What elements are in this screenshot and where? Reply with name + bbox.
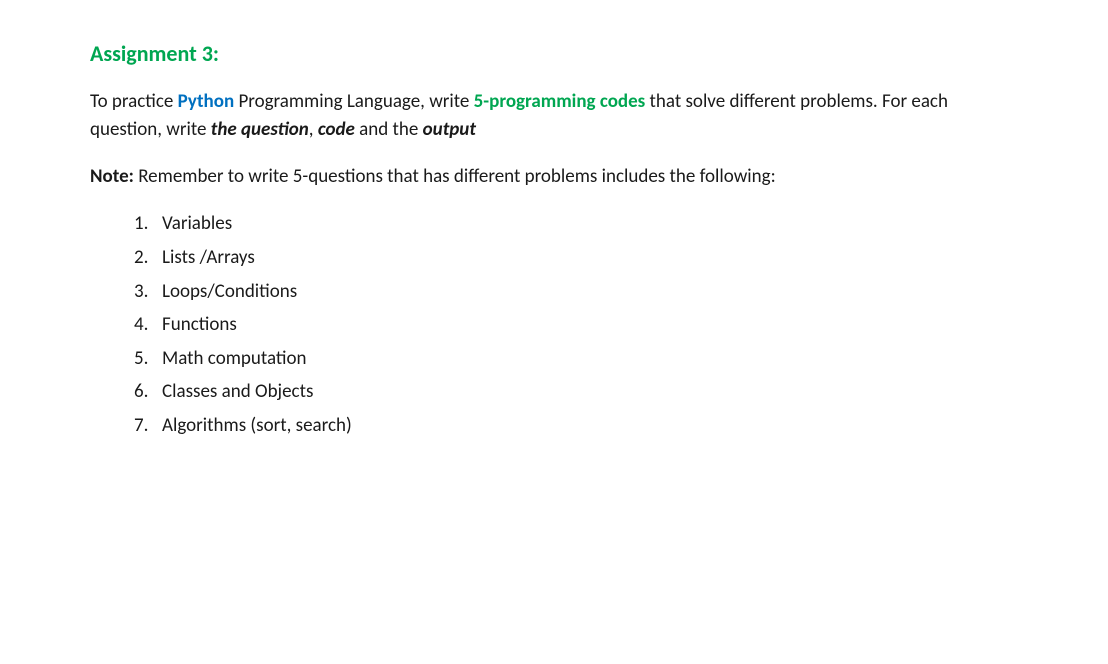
emph-code: code [318,118,355,141]
assignment-title: Assignment 3: [90,38,1018,70]
intro-paragraph: To practice Python Programming Language,… [90,88,1018,145]
intro-text-2: Programming Language, write [234,90,474,113]
intro-text-1: To practice [90,90,178,113]
list-item: 5.Math computation [134,345,1018,373]
list-item: 6.Classes and Objects [134,378,1018,406]
list-number: 6. [134,378,162,406]
list-number: 3. [134,278,162,306]
list-number: 4. [134,311,162,339]
list-number: 7. [134,412,162,440]
list-text: Lists /Arrays [162,244,255,272]
list-item: 7.Algorithms (sort, search) [134,412,1018,440]
list-item: 3.Loops/Conditions [134,278,1018,306]
list-text: Variables [162,210,232,238]
note-text: Remember to write 5-questions that has d… [134,165,776,188]
note-label: Note: [90,165,134,188]
list-number: 5. [134,345,162,373]
list-number: 1. [134,210,162,238]
keyword-five-codes: 5-programming codes [474,90,646,113]
list-item: 4.Functions [134,311,1018,339]
emph-output: output [423,118,476,141]
list-text: Math computation [162,345,307,373]
intro-comma: , [309,118,318,141]
list-text: Loops/Conditions [162,278,297,306]
intro-text-4: and the [355,118,423,141]
list-item: 2.Lists /Arrays [134,244,1018,272]
keyword-python: Python [178,90,235,113]
list-text: Classes and Objects [162,378,313,406]
topics-list: 1.Variables 2.Lists /Arrays 3.Loops/Cond… [90,210,1018,439]
emph-question: the question [211,118,309,141]
list-item: 1.Variables [134,210,1018,238]
list-text: Functions [162,311,237,339]
list-text: Algorithms (sort, search) [162,412,352,440]
list-number: 2. [134,244,162,272]
note-paragraph: Note: Remember to write 5-questions that… [90,163,1018,191]
